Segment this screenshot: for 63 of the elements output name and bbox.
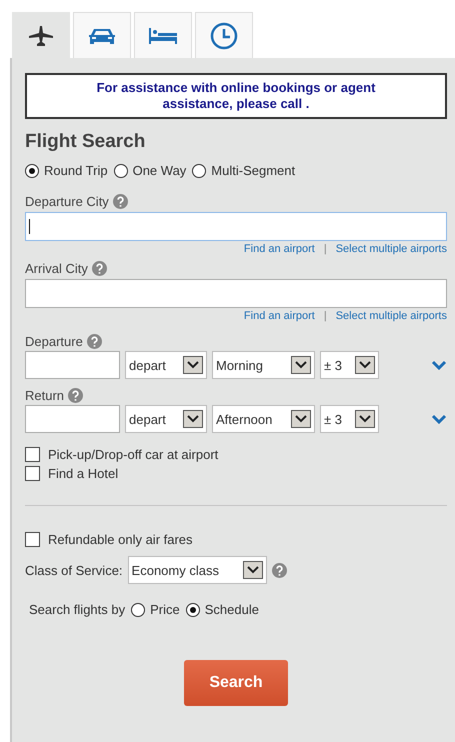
radio-button[interactable] — [131, 602, 146, 616]
help-icon[interactable] — [272, 562, 287, 578]
assistance-notice: For assistance with online bookings or agent assistance, please call . — [25, 73, 447, 119]
dropdown-icon — [295, 361, 307, 369]
field-label: Return — [25, 388, 64, 403]
airport-link[interactable]: Select multiple airports — [336, 243, 447, 255]
radio-button[interactable] — [192, 164, 206, 178]
airplane-icon — [28, 24, 54, 46]
class-select[interactable]: Economy class — [128, 556, 267, 584]
dropdown-icon — [359, 415, 371, 423]
radio-button[interactable] — [186, 602, 200, 616]
range-select[interactable]: ± 3 — [320, 351, 379, 379]
radio-label: Schedule — [204, 602, 259, 617]
airport-link[interactable]: Select multiple airports — [336, 310, 447, 322]
radio-button[interactable] — [25, 164, 39, 178]
dropdown-icon — [246, 566, 259, 574]
radio-label: Price — [150, 602, 180, 617]
field-label: Search flights by — [29, 602, 126, 617]
checkbox-label: Find a Hotel — [48, 466, 118, 481]
radio-button[interactable] — [114, 164, 128, 178]
time-select[interactable]: Afternoon — [212, 405, 315, 433]
help-icon[interactable] — [112, 194, 128, 209]
checkbox[interactable] — [25, 466, 40, 481]
dropdown-icon — [359, 361, 371, 369]
radio-label: Round Trip — [44, 163, 108, 178]
tab[interactable] — [195, 12, 253, 58]
dropdown-icon — [187, 415, 199, 423]
range-select[interactable]: ± 3 — [320, 405, 379, 433]
clock-icon — [210, 22, 238, 50]
dropdown-icon — [295, 415, 307, 423]
radio-label: One Way — [132, 163, 186, 178]
field-label: Class of Service: — [25, 562, 123, 578]
date-input[interactable] — [25, 351, 120, 379]
city-input[interactable] — [25, 279, 447, 308]
airport-link[interactable]: Find an airport — [244, 310, 315, 322]
checkbox[interactable] — [25, 447, 40, 462]
field-label: Departure — [25, 334, 83, 349]
time-select[interactable]: Morning — [212, 351, 315, 379]
link-separator: | — [324, 243, 327, 255]
field-label: Arrival City — [25, 261, 88, 276]
airport-link[interactable]: Find an airport — [244, 243, 315, 255]
dropdown-icon — [187, 361, 199, 369]
help-icon[interactable] — [86, 334, 102, 349]
chevron-down-icon[interactable] — [431, 414, 447, 424]
link-separator: | — [324, 310, 327, 322]
checkbox-label: Pick-up/Drop-off car at airport — [48, 447, 218, 462]
city-input[interactable] — [25, 212, 447, 241]
help-icon[interactable] — [92, 261, 107, 276]
search-button[interactable]: Search — [184, 660, 288, 706]
tab[interactable] — [134, 12, 192, 58]
mode-select[interactable]: depart — [125, 351, 207, 379]
checkbox[interactable] — [25, 532, 40, 547]
tab[interactable] — [12, 12, 70, 58]
date-input[interactable] — [25, 405, 120, 433]
field-label: Departure City — [25, 194, 109, 209]
section-title: Flight Search — [25, 131, 146, 153]
mode-select[interactable]: depart — [125, 405, 207, 433]
tab[interactable] — [73, 12, 131, 58]
chevron-down-icon[interactable] — [431, 360, 447, 370]
radio-label: Multi-Segment — [211, 163, 296, 178]
bed-icon — [148, 26, 178, 44]
checkbox-label: Refundable only air fares — [48, 532, 193, 547]
help-icon[interactable] — [68, 388, 84, 403]
